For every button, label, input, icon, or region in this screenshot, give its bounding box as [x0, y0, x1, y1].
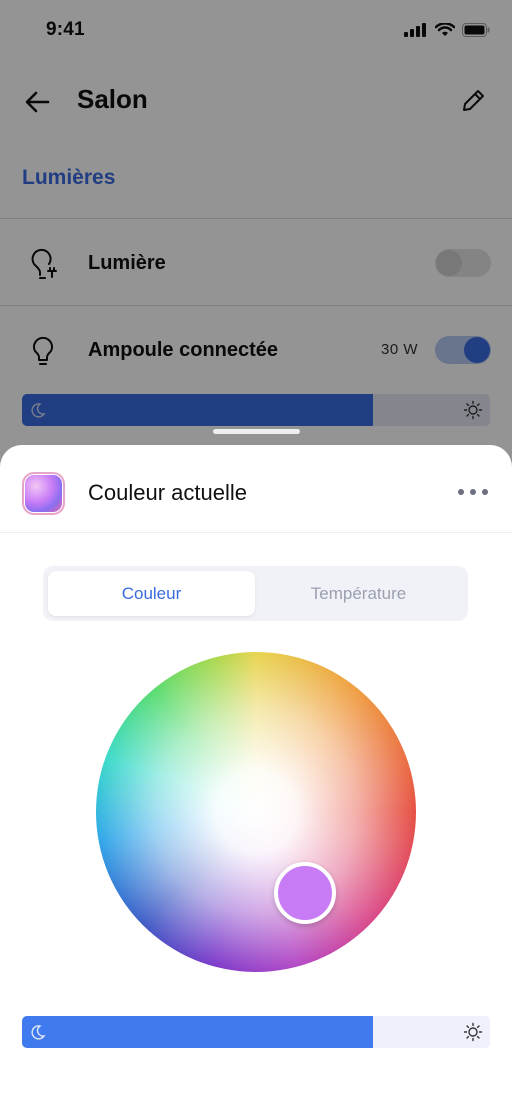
sheet-header: Couleur actuelle — [0, 445, 512, 533]
sheet-title: Couleur actuelle — [88, 480, 247, 505]
mode-segmented-control: Couleur Température — [43, 566, 468, 621]
dot-icon — [470, 489, 476, 495]
moon-icon — [31, 1025, 46, 1040]
dot-icon — [458, 489, 464, 495]
tab-temperature[interactable]: Température — [255, 571, 462, 616]
brightness-slider[interactable] — [22, 1016, 490, 1048]
more-options-button[interactable] — [458, 489, 488, 497]
swatch-fill — [25, 475, 62, 512]
sheet-grabber[interactable] — [213, 429, 300, 434]
color-picker-handle[interactable] — [274, 862, 336, 924]
slider-fill — [22, 1016, 373, 1048]
color-wheel[interactable] — [96, 652, 416, 972]
current-color-swatch — [22, 472, 65, 515]
color-bottom-sheet: Couleur actuelle Couleur Température — [0, 445, 512, 1109]
tab-couleur[interactable]: Couleur — [48, 571, 255, 616]
sun-icon — [463, 1022, 483, 1042]
dot-icon — [482, 489, 488, 495]
